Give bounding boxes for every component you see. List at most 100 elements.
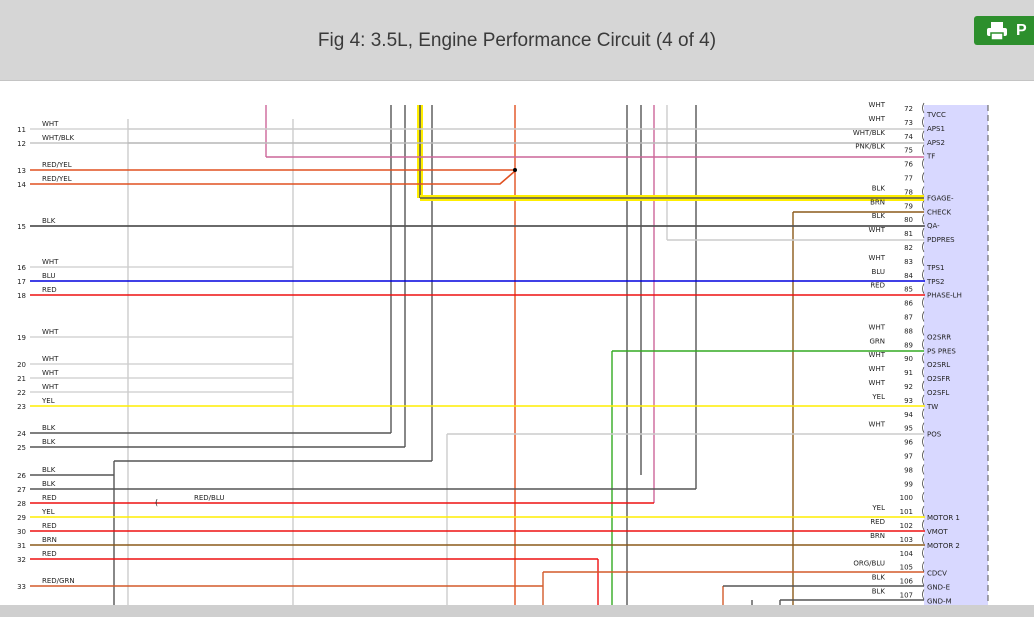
pin-bracket-99 (922, 478, 925, 489)
ecm-label-73: APS1 (927, 125, 945, 133)
wire-label-103: BRN (870, 532, 885, 540)
pin-number-30: 30 (17, 528, 26, 536)
wiring-diagram: 11 WHT 12 WHT/BLK 13 RED/YEL 14 RED/YEL 15 BLK 16 W… (0, 81, 1034, 609)
ecm-label-89: PS PRES (927, 347, 956, 355)
wire-label-12: WHT/BLK (42, 134, 75, 142)
pin-bracket-72 (922, 102, 925, 114)
pin-bracket-91 (922, 366, 925, 378)
pin-bracket-98 (922, 464, 925, 475)
wire-14 (30, 170, 516, 185)
ecm-label-106: GND-E (927, 584, 950, 592)
pin-number-75: 75 (904, 147, 913, 155)
wire-label-11: WHT (42, 120, 59, 128)
ecm-label-79: CHECK (927, 208, 951, 216)
ecm-label-102: VMOT (927, 528, 948, 536)
ecm-label-93: TW (926, 403, 938, 411)
pin-number-26: 26 (17, 472, 26, 480)
pin-number-27: 27 (17, 486, 26, 494)
pin-number-98: 98 (904, 466, 913, 474)
pin-number-106: 106 (900, 578, 914, 586)
pin-bracket-84 (922, 269, 925, 281)
figure-header: Fig 4: 3.5L, Engine Performance Circuit … (0, 0, 1034, 81)
wire-label-32: RED (42, 550, 57, 558)
pin-bracket-87 (922, 311, 925, 322)
pin-bracket-105 (922, 561, 925, 572)
wire-label-19: WHT (42, 328, 59, 336)
wire-label-91: WHT (869, 365, 886, 373)
pin-number-81: 81 (904, 230, 913, 238)
wire-label-28: RED (42, 494, 57, 502)
pin-number-12: 12 (17, 140, 26, 148)
ecm-label-88: O2SRR (927, 333, 951, 341)
pin-number-91: 91 (904, 369, 913, 377)
wire-label-27: BLK (42, 480, 56, 488)
wire-label-29: YEL (41, 508, 55, 516)
pin-number-28: 28 (17, 500, 26, 508)
pin-number-25: 25 (17, 444, 26, 452)
wire-label-89: GRN (869, 337, 885, 345)
wire-label-74: WHT/BLK (853, 129, 886, 137)
ecm-label-74: APS2 (927, 139, 945, 147)
pin-bracket-88 (922, 325, 925, 336)
pin-bracket-93 (922, 394, 925, 406)
pin-number-29: 29 (17, 514, 26, 522)
pin-number-90: 90 (904, 355, 913, 363)
pin-number-92: 92 (904, 383, 913, 391)
pin-number-85: 85 (904, 286, 913, 294)
labels: 11 WHT 12 WHT/BLK 13 RED/YEL 14 RED/YEL 15 BLK 16 W… (17, 101, 962, 606)
wire-label-17: BLU (42, 272, 55, 280)
pin-number-22: 22 (17, 389, 26, 397)
ecm-label-75: TF (926, 153, 935, 161)
ecm-label-95: POS (927, 431, 942, 439)
ecm-label-81: PDPRES (927, 236, 955, 244)
pin-bracket-107 (922, 589, 925, 600)
ecm-label-78: FGAGE- (927, 194, 954, 202)
wire-label-73: WHT (869, 115, 886, 123)
pin-number-77: 77 (904, 175, 913, 183)
pin-number-105: 105 (900, 564, 913, 572)
print-button[interactable]: P (974, 16, 1034, 45)
wire-label-16: WHT (42, 258, 59, 266)
pin-number-74: 74 (904, 133, 913, 141)
wire-label-92: WHT (869, 379, 886, 387)
pin-number-20: 20 (17, 361, 26, 369)
wire-label-31: BRN (42, 536, 57, 544)
wire-label-105: ORG/BLU (853, 560, 885, 568)
wire-label-21: WHT (42, 369, 59, 377)
pin-number-84: 84 (904, 272, 913, 280)
pin-bracket-103 (922, 533, 925, 545)
pin-number-11: 11 (17, 126, 26, 134)
pin-number-99: 99 (904, 480, 913, 488)
wire-label-81: WHT (869, 226, 886, 234)
wire-label-22: WHT (42, 383, 59, 391)
pin-number-88: 88 (904, 327, 913, 335)
pin-number-89: 89 (904, 341, 913, 349)
pin-bracket-73 (922, 116, 925, 128)
wire-label-90: WHT (869, 351, 886, 359)
pin-number-94: 94 (904, 411, 913, 419)
ecm-label-85: PHASE-LH (927, 292, 962, 300)
wire-label-107: BLK (872, 588, 886, 596)
pin-bracket-94 (922, 408, 925, 420)
wire-label-101: YEL (871, 504, 885, 512)
right-wires (30, 102, 925, 600)
wire-label-83: WHT (869, 254, 886, 262)
pin-number-23: 23 (17, 403, 26, 411)
ecm-label-91: O2SFR (927, 375, 950, 383)
pin-number-102: 102 (900, 522, 913, 530)
pin-bracket-100 (922, 491, 925, 503)
pin-number-103: 103 (900, 536, 913, 544)
wiring-canvas: 11 WHT 12 WHT/BLK 13 RED/YEL 14 RED/YEL 15 BLK 16 W… (17, 101, 989, 609)
pin-bracket-74 (922, 130, 925, 142)
bottom-scrollbar[interactable] (0, 605, 1034, 617)
pin-number-13: 13 (17, 167, 26, 175)
wire-label-79: BRN (870, 198, 885, 206)
pin-number-32: 32 (17, 556, 26, 564)
pin-bracket-106 (922, 575, 925, 586)
ecm-label-92: O2SFL (927, 389, 949, 397)
pin-number-95: 95 (904, 425, 913, 433)
pin-number-15: 15 (17, 223, 26, 231)
ecm-label-90: O2SRL (927, 361, 950, 369)
pin-number-21: 21 (17, 375, 26, 383)
vertical-wires (113, 105, 924, 609)
